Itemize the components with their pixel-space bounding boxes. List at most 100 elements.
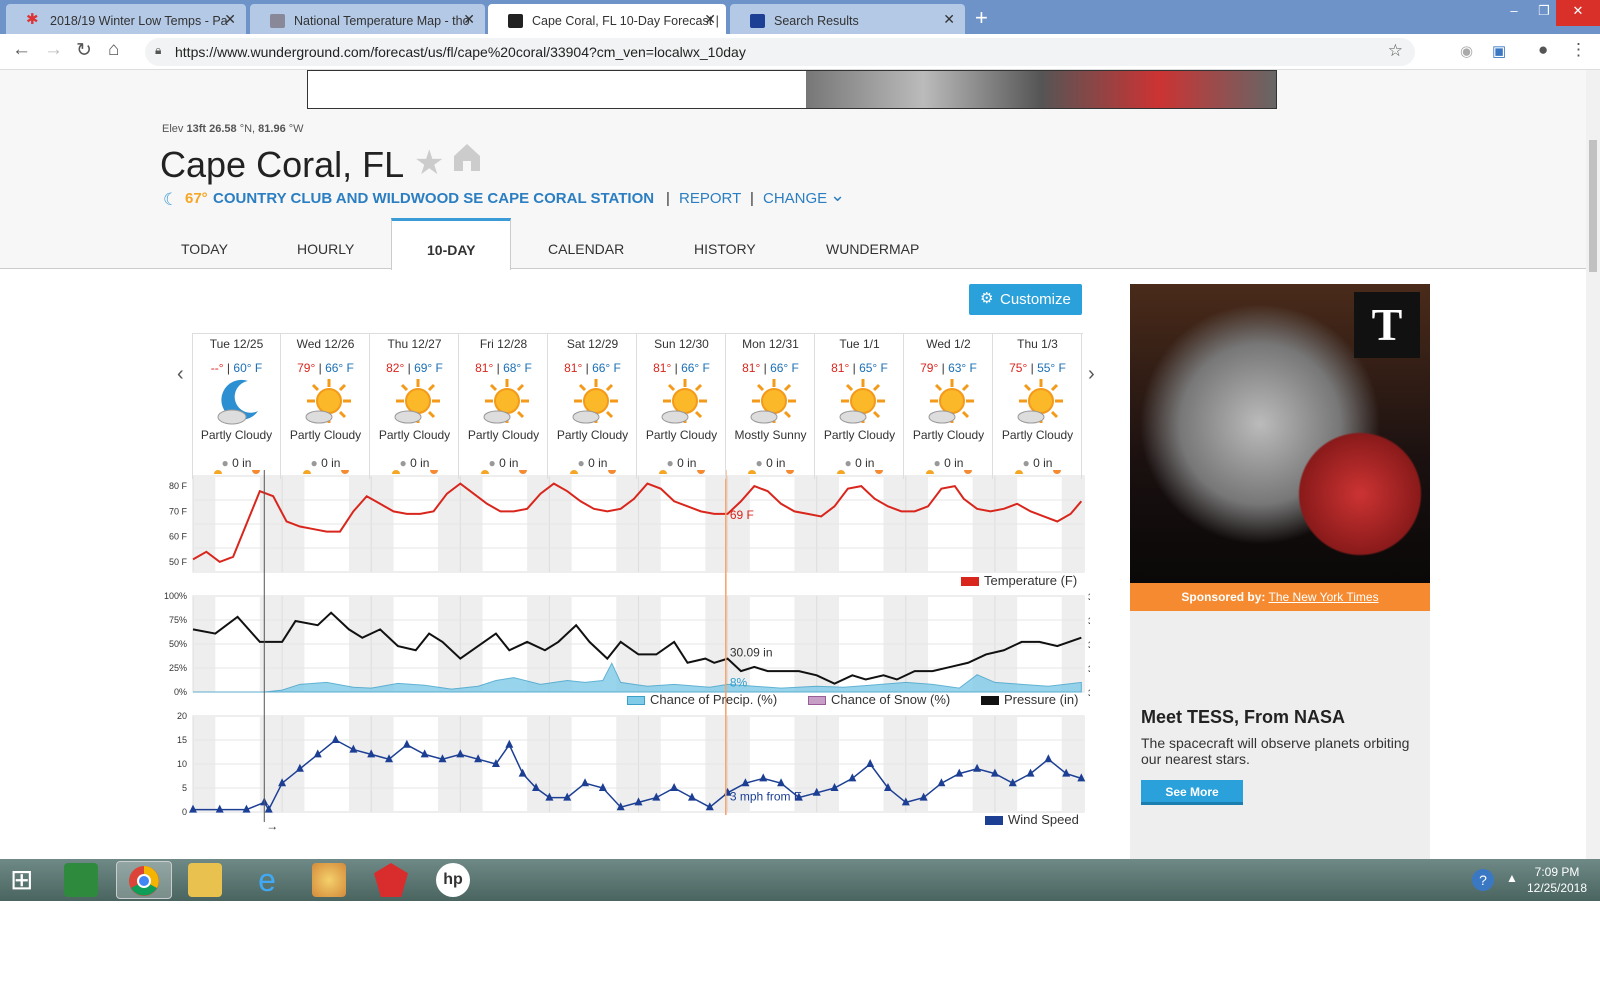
day-date: Wed 12/26 [296, 337, 355, 351]
day-condition: Mostly Sunny [734, 428, 807, 442]
minimize-icon[interactable]: – [1500, 0, 1528, 26]
legend-precip: Chance of Precip. (%) [627, 692, 777, 707]
clock[interactable]: 7:09 PM 12/25/2018 [1522, 864, 1592, 896]
profile-icon[interactable]: ● [1538, 40, 1548, 60]
new-tab-icon[interactable]: + [975, 5, 988, 31]
tab-hourly[interactable]: HOURLY [297, 241, 354, 257]
page-scrollbar[interactable] [1586, 70, 1600, 859]
tab-calendar[interactable]: CALENDAR [548, 241, 624, 257]
chevron-left-icon[interactable]: ‹ [177, 363, 184, 386]
day-temps: 79° | 66° F [297, 361, 354, 375]
sunset-icon [1053, 470, 1061, 474]
browser-toolbar: ← → ↻ ⌂ 🔒︎ https://www.wunderground.com/… [0, 34, 1600, 70]
y-tick-label: 60 F [169, 532, 188, 542]
day-date: Thu 12/27 [387, 337, 442, 351]
raindrop-icon: ● [221, 456, 229, 470]
mcafee-icon[interactable] [374, 863, 408, 897]
y-tick-label: 10 [177, 759, 187, 769]
forward-icon[interactable]: → [44, 39, 63, 61]
menu-icon[interactable]: ⋮ [1570, 40, 1587, 60]
extension-icon[interactable]: ▣ [1492, 42, 1506, 60]
day-condition: Partly Cloudy [823, 428, 896, 442]
sunset-icon [875, 470, 883, 474]
legend-wind: Wind Speed [985, 812, 1079, 827]
see-more-button[interactable]: See More [1141, 780, 1243, 805]
raindrop-icon: ● [310, 456, 318, 470]
windows-start-icon[interactable]: ⊞ [10, 863, 44, 897]
tab-history[interactable]: HISTORY [694, 241, 756, 257]
tab-today[interactable]: TODAY [181, 241, 228, 257]
chevron-down-icon[interactable]: ⌄ [830, 185, 845, 206]
close-tab-icon[interactable]: ✕ [463, 11, 475, 28]
customize-label: Customize [1000, 291, 1071, 308]
favorite-star-icon[interactable]: ★ [414, 143, 444, 183]
sun-cloud-icon [924, 377, 974, 425]
clock-date: 12/25/2018 [1526, 881, 1588, 895]
chrome-taskbar-icon[interactable] [116, 861, 172, 899]
chevron-right-icon[interactable]: › [1088, 363, 1095, 386]
sponsor-link[interactable]: The New York Times [1269, 590, 1379, 604]
reload-icon[interactable]: ↻ [76, 39, 92, 62]
moon-icon: ☾ [163, 190, 179, 209]
day-date: Mon 12/31 [742, 337, 799, 351]
url-text: https://www.wunderground.com/forecast/us… [175, 44, 746, 60]
top-banner-ad[interactable] [307, 70, 1277, 109]
day-precip: ● 0 in [399, 456, 430, 470]
browser-tab[interactable]: National Temperature Map - tho ✕ [250, 4, 485, 34]
station-link[interactable]: COUNTRY CLUB AND WILDWOOD SE CAPE CORAL … [213, 190, 654, 207]
day-card[interactable]: Thu 12/27 82° | 69° F Partly Cloudy ● 0 in [370, 333, 459, 479]
home-location-icon[interactable] [452, 141, 482, 175]
bookmark-star-icon[interactable]: ☆ [1388, 41, 1403, 61]
extension-icon[interactable]: ◉ [1460, 42, 1473, 60]
day-condition: Partly Cloudy [467, 428, 540, 442]
raindrop-icon: ● [755, 456, 763, 470]
sunset-icon [341, 470, 349, 474]
day-card[interactable]: Tue 1/1 81° | 65° F Partly Cloudy ● 0 in [815, 333, 904, 479]
browser-tab-strip: ✱ 2018/19 Winter Low Temps - Pa ✕ Nation… [0, 0, 1600, 34]
help-tray-icon[interactable]: ? [1472, 869, 1494, 891]
back-icon[interactable]: ← [12, 39, 31, 61]
y-tick-label: 50 F [169, 557, 188, 567]
internet-explorer-icon[interactable]: e [250, 863, 284, 897]
day-date: Tue 12/25 [209, 337, 264, 351]
day-card[interactable]: Wed 1/2 79° | 63° F Partly Cloudy ● 0 in [904, 333, 993, 479]
customize-button[interactable]: ⚙ Customize [969, 284, 1082, 315]
ad-body: The spacecraft will observe planets orbi… [1141, 735, 1410, 767]
address-bar[interactable]: 🔒︎ https://www.wunderground.com/forecast… [145, 38, 1415, 66]
location-header: Elev 13ft 26.58 °N, 81.96 °W Cape Coral,… [0, 70, 1586, 270]
browser-tab[interactable]: Search Results ✕ [730, 4, 965, 34]
tray-expand-icon[interactable]: ▲ [1506, 871, 1518, 885]
day-card[interactable]: Sun 12/30 81° | 66° F Partly Cloudy ● 0 in [637, 333, 726, 479]
day-card[interactable]: Wed 12/26 79° | 66° F Partly Cloudy ● 0 in [281, 333, 370, 479]
browser-tab[interactable]: ✱ 2018/19 Winter Low Temps - Pa ✕ [6, 4, 246, 34]
store-icon[interactable] [64, 863, 98, 897]
snowflake-favicon-icon: ✱ [26, 11, 39, 28]
close-tab-icon[interactable]: ✕ [943, 11, 955, 28]
day-card[interactable]: Thu 1/3 75° | 55° F Partly Cloudy ● 0 in [993, 333, 1082, 479]
home-icon[interactable]: ⌂ [108, 39, 119, 61]
scroll-thumb[interactable] [1589, 140, 1597, 272]
hp-icon[interactable]: hp [436, 863, 470, 897]
day-precip: ● 0 in [933, 456, 964, 470]
sunrise-icon [392, 470, 400, 474]
paint-icon[interactable] [312, 863, 346, 897]
close-tab-icon[interactable]: ✕ [704, 11, 716, 28]
change-station-link[interactable]: CHANGE [763, 190, 827, 207]
tab-wundermap[interactable]: WUNDERMAP [826, 241, 919, 257]
day-card[interactable]: Fri 12/28 81° | 68° F Partly Cloudy ● 0 in [459, 333, 548, 479]
day-card[interactable]: Sat 12/29 81° | 66° F Partly Cloudy ● 0 in [548, 333, 637, 479]
tab-10-day[interactable]: 10-DAY [391, 218, 511, 270]
file-explorer-icon[interactable] [188, 863, 222, 897]
y-tick-label: 80 F [169, 481, 188, 491]
report-link[interactable]: REPORT [679, 190, 741, 207]
day-card[interactable]: Mon 12/31 81° | 66° F Mostly Sunny ● 0 in [726, 333, 815, 479]
sunrise-icon [214, 470, 222, 474]
day-condition: Partly Cloudy [1001, 428, 1074, 442]
close-tab-icon[interactable]: ✕ [224, 11, 236, 28]
sidebar-ad[interactable]: T Sponsored by: The New York Times Meet … [1130, 284, 1430, 859]
browser-tab-active[interactable]: Cape Coral, FL 10-Day Forecast | ✕ [488, 4, 726, 34]
y-tick-label: 70 F [169, 506, 188, 516]
close-window-icon[interactable]: ✕ [1556, 0, 1600, 26]
day-card[interactable]: Tue 12/25 --° | 60° F Partly Cloudy ● 0 in [192, 333, 281, 479]
restore-icon[interactable]: ❐ [1530, 0, 1558, 26]
